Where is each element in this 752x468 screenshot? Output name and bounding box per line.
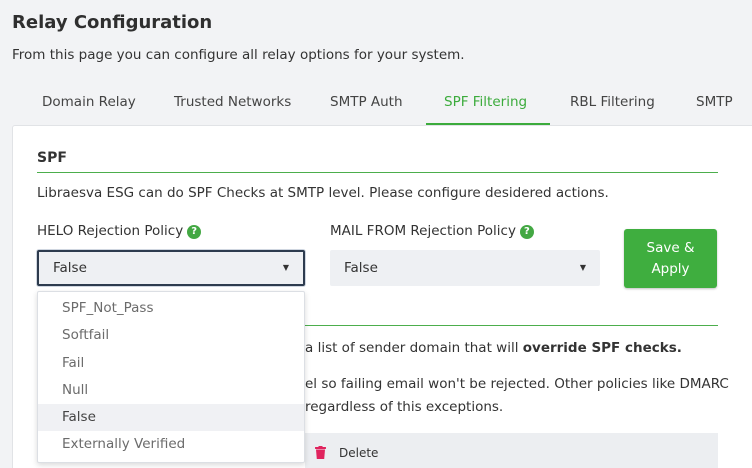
helo-policy-value: False xyxy=(53,260,87,276)
save-apply-button[interactable]: Save & Apply xyxy=(624,229,717,288)
spf-description: Libraesva ESG can do SPF Checks at SMTP … xyxy=(37,185,609,201)
caret-down-icon: ▼ xyxy=(282,263,289,272)
mailfrom-policy-label: MAIL FROM Rejection Policy? xyxy=(330,223,534,239)
dropdown-option[interactable]: Externally Verified xyxy=(38,431,304,458)
dropdown-option[interactable]: Fail xyxy=(38,350,304,377)
save-apply-label-line1: Save & xyxy=(646,240,695,256)
tab-rbl-filtering[interactable]: RBL Filtering xyxy=(552,82,673,125)
caret-down-icon: ▼ xyxy=(579,263,586,272)
helo-policy-select[interactable]: False ▼ xyxy=(37,250,305,286)
question-circle-icon[interactable]: ? xyxy=(187,225,202,239)
helo-policy-label: HELO Rejection Policy? xyxy=(37,223,202,239)
tab-spf-filtering[interactable]: SPF Filtering xyxy=(426,82,550,125)
exceptions-divider xyxy=(305,325,718,326)
delete-button[interactable]: Delete xyxy=(339,446,378,460)
mailfrom-policy-value: False xyxy=(344,260,378,276)
mailfrom-policy-label-text: MAIL FROM Rejection Policy xyxy=(330,223,516,239)
tab-bar: Domain Relay Trusted Networks SMTP Auth … xyxy=(24,82,752,125)
dropdown-option-selected[interactable]: False xyxy=(38,404,304,432)
save-apply-label-line2: Apply xyxy=(651,261,690,277)
exceptions-description-3: regardless of this exceptions. xyxy=(305,399,504,415)
tab-trusted-networks[interactable]: Trusted Networks xyxy=(156,82,309,125)
helo-policy-label-text: HELO Rejection Policy xyxy=(37,223,184,239)
tab-smtp-more[interactable]: SMTP xyxy=(678,82,751,125)
mailfrom-policy-select[interactable]: False ▼ xyxy=(330,250,600,286)
page-description: From this page you can configure all rel… xyxy=(12,47,465,63)
dropdown-option[interactable]: Null xyxy=(38,377,304,404)
exceptions-description-1: a list of sender domain that will overri… xyxy=(305,340,682,356)
helo-policy-dropdown: SPF_Not_Pass Softfail Fail Null False Ex… xyxy=(37,291,305,463)
tab-smtp-auth[interactable]: SMTP Auth xyxy=(312,82,421,125)
exceptions-text-prefix: a list of sender domain that will xyxy=(305,340,523,356)
dropdown-option[interactable]: SPF_Not_Pass xyxy=(38,295,304,322)
question-circle-icon[interactable]: ? xyxy=(519,225,534,239)
dropdown-option[interactable]: Softfail xyxy=(38,322,304,349)
section-title-spf: SPF xyxy=(37,150,67,166)
exceptions-description-2: el so failing email won't be rejected. O… xyxy=(305,376,729,392)
tab-domain-relay[interactable]: Domain Relay xyxy=(24,82,154,125)
section-divider xyxy=(37,172,718,173)
trash-icon[interactable] xyxy=(315,446,326,459)
page-title: Relay Configuration xyxy=(12,12,213,33)
exceptions-text-bold: override SPF checks. xyxy=(522,340,682,356)
